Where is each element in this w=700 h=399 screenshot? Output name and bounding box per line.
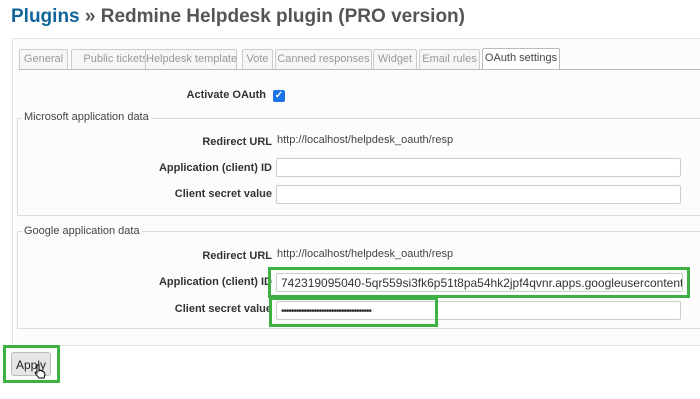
plugins-breadcrumb-link[interactable]: Plugins bbox=[11, 6, 80, 27]
breadcrumb-separator: » bbox=[84, 6, 96, 27]
tab-oauth-settings[interactable]: OAuth settings bbox=[482, 48, 560, 70]
google-redirect-value: http://localhost/helpdesk_oauth/resp bbox=[277, 248, 454, 260]
page-title: Plugins » Redmine Helpdesk plugin (PRO v… bbox=[11, 6, 465, 28]
tab-canned-responses[interactable]: Canned responses bbox=[275, 49, 372, 69]
tab-helpdesk-template[interactable]: Helpdesk template bbox=[145, 49, 237, 69]
client-id-highlight bbox=[268, 267, 690, 298]
plugin-title: Redmine Helpdesk plugin (PRO version) bbox=[100, 6, 465, 27]
hand-cursor-icon bbox=[34, 364, 46, 379]
microsoft-redirect-label: Redirect URL bbox=[202, 136, 272, 148]
tab-email-rules[interactable]: Email rules bbox=[419, 49, 480, 69]
microsoft-client-id-label: Application (client) ID bbox=[158, 162, 272, 174]
activate-oauth-label: Activate OAuth bbox=[186, 89, 266, 101]
microsoft-redirect-value: http://localhost/helpdesk_oauth/resp bbox=[277, 134, 454, 146]
secret-highlight bbox=[269, 297, 438, 327]
google-client-id-label: Application (client) ID bbox=[158, 276, 272, 288]
tab-general[interactable]: General bbox=[19, 49, 68, 69]
tabs-divider bbox=[19, 69, 700, 70]
microsoft-client-id-input[interactable] bbox=[276, 158, 681, 177]
google-legend: Google application data bbox=[22, 225, 142, 237]
microsoft-secret-input[interactable] bbox=[276, 185, 681, 204]
microsoft-secret-label: Client secret value bbox=[174, 188, 272, 200]
tab-vote[interactable]: Vote bbox=[242, 49, 273, 69]
google-secret-label: Client secret value bbox=[174, 303, 272, 315]
activate-oauth-checkbox[interactable]: ✓ bbox=[273, 90, 285, 102]
google-redirect-label: Redirect URL bbox=[202, 250, 272, 262]
tab-widget[interactable]: Widget bbox=[373, 49, 417, 69]
microsoft-legend: Microsoft application data bbox=[22, 111, 151, 123]
